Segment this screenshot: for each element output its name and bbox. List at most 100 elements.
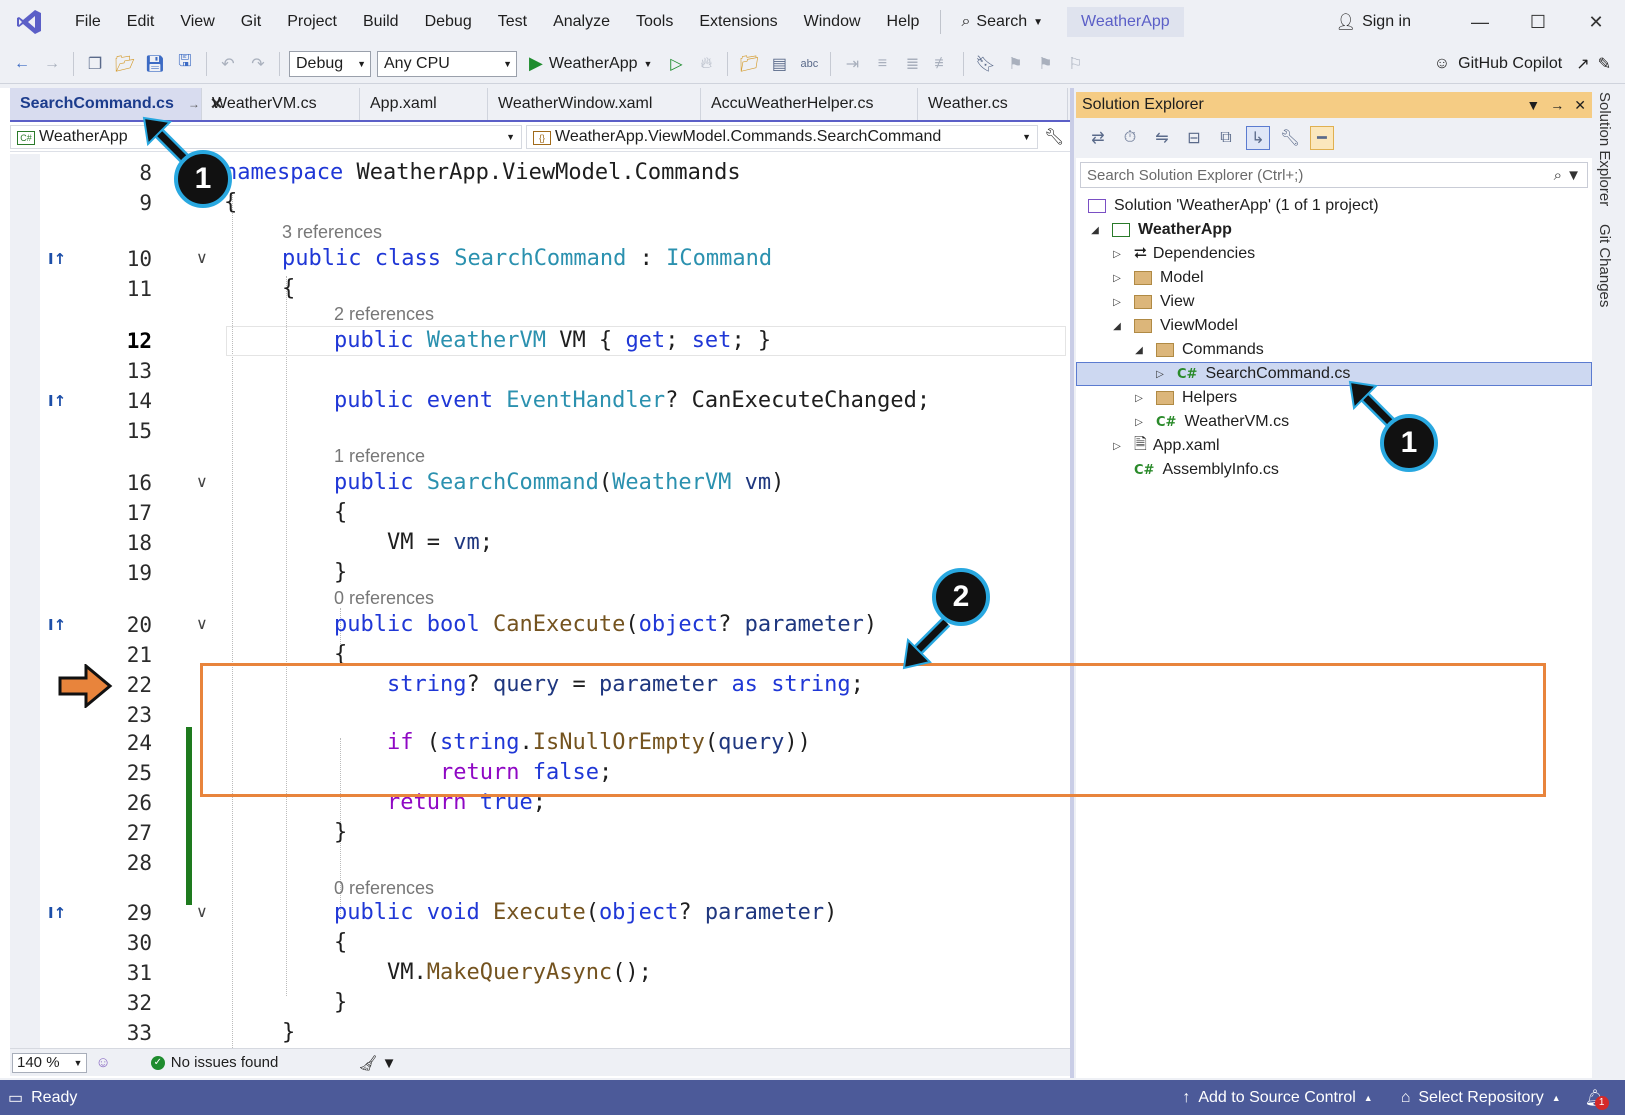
menu-edit[interactable]: Edit — [114, 0, 168, 44]
tree-item-view[interactable]: ▷ View — [1076, 290, 1592, 314]
codelens-references[interactable]: 2 references — [334, 300, 434, 328]
codelens-references[interactable]: 0 references — [334, 584, 434, 612]
next-bookmark-icon[interactable]: ⚑ — [1033, 52, 1057, 76]
tab-accuweatherhelper[interactable]: AccuWeatherHelper.cs — [701, 88, 918, 120]
window-options-icon[interactable]: ▼ — [1526, 97, 1540, 114]
tree-item-weathervm[interactable]: ▷ C# WeatherVM.cs — [1076, 410, 1592, 434]
forward-icon[interactable]: → — [40, 52, 64, 76]
implements-icon[interactable]: I↑ — [48, 610, 66, 640]
feedback-icon[interactable]: ✎ — [1598, 54, 1611, 74]
tab-weathervm[interactable]: WeatherVM.cs — [202, 88, 360, 120]
pending-changes-icon[interactable]: ⏱ — [1118, 126, 1142, 150]
tree-item-dependencies[interactable]: ▷ ⮂ Dependencies — [1076, 242, 1592, 266]
close-icon[interactable]: ✕ — [1574, 97, 1586, 114]
collapse-icon[interactable]: ∨ — [196, 610, 208, 640]
start-without-debugging-icon[interactable]: ▷ — [664, 52, 688, 76]
menu-view[interactable]: View — [167, 0, 227, 44]
prev-bookmark-icon[interactable]: ⚑ — [1003, 52, 1027, 76]
clear-bookmarks-icon[interactable]: ⚐ — [1063, 52, 1087, 76]
new-project-icon[interactable]: ❐ — [83, 52, 107, 76]
pin-icon[interactable]: → — [1550, 97, 1564, 114]
collapsed-arrow-icon[interactable]: ▷ — [1153, 369, 1167, 380]
configuration-dropdown[interactable]: Debug ▼ — [289, 50, 371, 77]
layout-icon[interactable]: ▤ — [767, 52, 791, 76]
collapse-icon[interactable]: ∨ — [196, 244, 208, 274]
search-icon[interactable]: ⌕ ▼ — [1554, 167, 1581, 184]
collapsed-arrow-icon[interactable]: ▷ — [1132, 393, 1146, 404]
expanded-arrow-icon[interactable]: ◢ — [1110, 321, 1124, 332]
tab-app-xaml[interactable]: App.xaml — [360, 88, 488, 120]
implements-icon[interactable]: I↑ — [48, 898, 66, 928]
tree-item-searchcommand[interactable]: ▷ C# SearchCommand.cs — [1076, 362, 1592, 386]
bookmark-icon[interactable]: 🔖︎ — [973, 52, 997, 76]
menu-build[interactable]: Build — [350, 0, 412, 44]
collapsed-arrow-icon[interactable]: ▷ — [1110, 441, 1124, 452]
format-icon[interactable]: ≡ — [870, 52, 894, 76]
maximize-button[interactable]: ☐ — [1509, 0, 1567, 44]
side-tab-git-changes[interactable]: Git Changes — [1596, 224, 1613, 307]
copilot-status-icon[interactable]: ☺ — [95, 1054, 110, 1071]
menu-git[interactable]: Git — [228, 0, 274, 44]
collapse-icon[interactable]: ∨ — [196, 468, 208, 498]
menu-analyze[interactable]: Analyze — [540, 0, 623, 44]
switch-views-icon[interactable]: ⇄ — [1086, 126, 1110, 150]
collapsed-arrow-icon[interactable]: ▷ — [1110, 297, 1124, 308]
tree-item-project[interactable]: ◢ WeatherApp — [1076, 218, 1592, 242]
tree-item-app-xaml[interactable]: ▷ 🗎︎ App.xaml — [1076, 434, 1592, 458]
project-dropdown[interactable]: C# WeatherApp ▼ — [10, 124, 522, 149]
solution-search-input[interactable]: Search Solution Explorer (Ctrl+;) ⌕ ▼ — [1080, 162, 1588, 188]
tree-item-model[interactable]: ▷ Model — [1076, 266, 1592, 290]
save-all-icon[interactable]: 🖫︎ — [173, 52, 197, 76]
undo-icon[interactable]: ↶ — [216, 52, 240, 76]
browse-icon[interactable]: 📁︎ — [737, 52, 761, 76]
menu-window[interactable]: Window — [791, 0, 874, 44]
visual-studio-logo-icon[interactable] — [14, 7, 44, 37]
uncomment-icon[interactable]: ≢ — [930, 52, 954, 76]
collapse-icon[interactable]: ∨ — [196, 898, 208, 928]
codelens-references[interactable]: 3 references — [282, 218, 382, 246]
collapse-all-icon[interactable]: ⊟ — [1182, 126, 1206, 150]
menu-project[interactable]: Project — [274, 0, 350, 44]
step-icon[interactable]: ⇥ — [840, 52, 864, 76]
codelens-references[interactable]: 1 reference — [334, 442, 425, 470]
menu-file[interactable]: File — [62, 0, 114, 44]
menu-debug[interactable]: Debug — [412, 0, 485, 44]
tree-item-assemblyinfo[interactable]: C# AssemblyInfo.cs — [1076, 458, 1592, 482]
redo-icon[interactable]: ↷ — [246, 52, 270, 76]
comment-icon[interactable]: ≣ — [900, 52, 924, 76]
show-all-files-icon[interactable]: ⧉ — [1214, 126, 1238, 150]
issues-indicator[interactable]: ✓ No issues found — [150, 1054, 278, 1071]
share-icon[interactable]: ↗ — [1576, 54, 1589, 74]
tab-weather[interactable]: Weather.cs — [918, 88, 1068, 120]
properties-icon[interactable]: 🔧︎ — [1278, 126, 1302, 150]
tree-item-viewmodel[interactable]: ◢ ViewModel — [1076, 314, 1592, 338]
member-dropdown[interactable]: {} WeatherApp.ViewModel.Commands.SearchCo… — [526, 124, 1038, 149]
preview-icon[interactable]: ━ — [1310, 126, 1334, 150]
code-cleanup-icon[interactable]: 🧹︎ ▼ — [358, 1054, 396, 1072]
spell-check-icon[interactable]: abc — [797, 52, 821, 76]
menu-test[interactable]: Test — [485, 0, 540, 44]
minimize-button[interactable]: — — [1451, 0, 1509, 44]
implements-icon[interactable]: I↑ — [48, 244, 66, 274]
implements-icon[interactable]: I↑ — [48, 386, 66, 416]
menu-extensions[interactable]: Extensions — [686, 0, 790, 44]
open-folder-icon[interactable]: 📂︎ — [113, 52, 137, 76]
collapsed-arrow-icon[interactable]: ▷ — [1110, 249, 1124, 260]
menu-help[interactable]: Help — [874, 0, 933, 44]
side-tab-solution-explorer[interactable]: Solution Explorer — [1596, 92, 1613, 206]
close-window-button[interactable]: ✕ — [1567, 0, 1625, 44]
code-area[interactable]: 8 namespace WeatherApp.ViewModel.Command… — [10, 154, 1070, 1052]
notifications-button[interactable]: 🔔︎ 1 — [1585, 1088, 1609, 1110]
expanded-arrow-icon[interactable]: ◢ — [1088, 225, 1102, 236]
add-to-source-control-button[interactable]: ↑ Add to Source Control ▲ — [1182, 1089, 1372, 1107]
back-icon[interactable]: ← — [10, 52, 34, 76]
pin-icon[interactable]: → — [188, 97, 200, 111]
zoom-dropdown[interactable]: 140 % ▼ — [12, 1052, 88, 1073]
start-debugging-button[interactable]: ▶ WeatherApp ▼ — [523, 53, 658, 74]
github-copilot-button[interactable]: ☺ GitHub Copilot ↗ ✎ — [1434, 54, 1611, 74]
expanded-arrow-icon[interactable]: ◢ — [1132, 345, 1146, 356]
tree-item-solution[interactable]: Solution 'WeatherApp' (1 of 1 project) — [1076, 194, 1592, 218]
tab-weatherwindow[interactable]: WeatherWindow.xaml — [488, 88, 701, 120]
collapsed-arrow-icon[interactable]: ▷ — [1132, 417, 1146, 428]
collapsed-arrow-icon[interactable]: ▷ — [1110, 273, 1124, 284]
